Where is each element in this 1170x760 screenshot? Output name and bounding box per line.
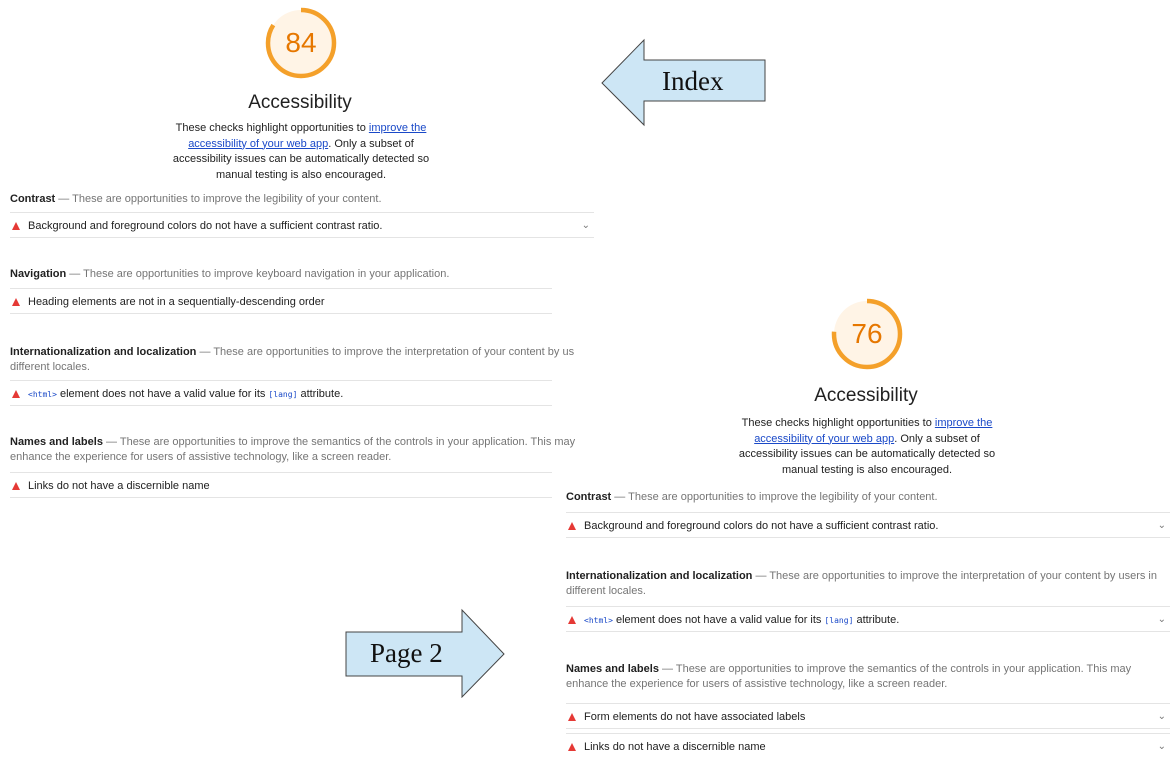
fail-icon: [568, 616, 576, 624]
audit-row-link-name[interactable]: Links do not have a discernible name ⌄: [566, 733, 1170, 759]
index-arrow: Index: [600, 38, 768, 128]
audit-row-contrast[interactable]: Background and foreground colors do not …: [10, 212, 594, 238]
category-description: These checks highlight opportunities to …: [738, 417, 996, 476]
audit-row-contrast[interactable]: Background and foreground colors do not …: [566, 512, 1170, 538]
audit-row-link-name[interactable]: Links do not have a discernible name: [10, 472, 552, 498]
group-header-contrast: Contrast — These are opportunities to im…: [566, 491, 938, 503]
score-gauge: 76: [830, 297, 904, 371]
fail-icon: [568, 522, 576, 530]
fail-icon: [12, 390, 20, 398]
fail-icon: [12, 482, 20, 490]
category-title: Accessibility: [814, 385, 918, 406]
audit-row-html-lang[interactable]: <html> element does not have a valid val…: [566, 606, 1170, 632]
audit-row-html-lang[interactable]: <html> element does not have a valid val…: [10, 380, 552, 406]
score-value: 76: [851, 318, 883, 349]
audit-row-heading-order[interactable]: Heading elements are not in a sequential…: [10, 288, 552, 314]
fail-icon: [12, 222, 20, 230]
score-gauge: 84: [264, 6, 338, 80]
group-header-i18n: Internationalization and localization — …: [566, 570, 1157, 597]
page2-label: Page 2: [370, 638, 443, 668]
index-label: Index: [662, 66, 724, 96]
chevron-down-icon[interactable]: ⌄: [1158, 607, 1166, 633]
group-header-contrast: Contrast — These are opportunities to im…: [10, 193, 382, 205]
page2-arrow: Page 2: [344, 608, 506, 699]
group-header-names-labels: Names and labels — These are opportuniti…: [10, 436, 576, 463]
score-value: 84: [285, 27, 317, 58]
fail-icon: [568, 743, 576, 751]
group-header-i18n: Internationalization and localization — …: [10, 346, 575, 373]
category-description: These checks highlight opportunities to …: [172, 122, 430, 181]
category-title: Accessibility: [248, 92, 352, 113]
fail-icon: [568, 713, 576, 721]
fail-icon: [12, 298, 20, 306]
chevron-down-icon[interactable]: ⌄: [1158, 704, 1166, 730]
chevron-down-icon[interactable]: ⌄: [1158, 734, 1166, 760]
group-header-navigation: Navigation — These are opportunities to …: [10, 268, 450, 280]
chevron-down-icon[interactable]: ⌄: [582, 213, 590, 239]
group-header-names-labels: Names and labels — These are opportuniti…: [566, 663, 1132, 690]
audit-row-form-labels[interactable]: Form elements do not have associated lab…: [566, 703, 1170, 729]
chevron-down-icon[interactable]: ⌄: [1158, 513, 1166, 539]
